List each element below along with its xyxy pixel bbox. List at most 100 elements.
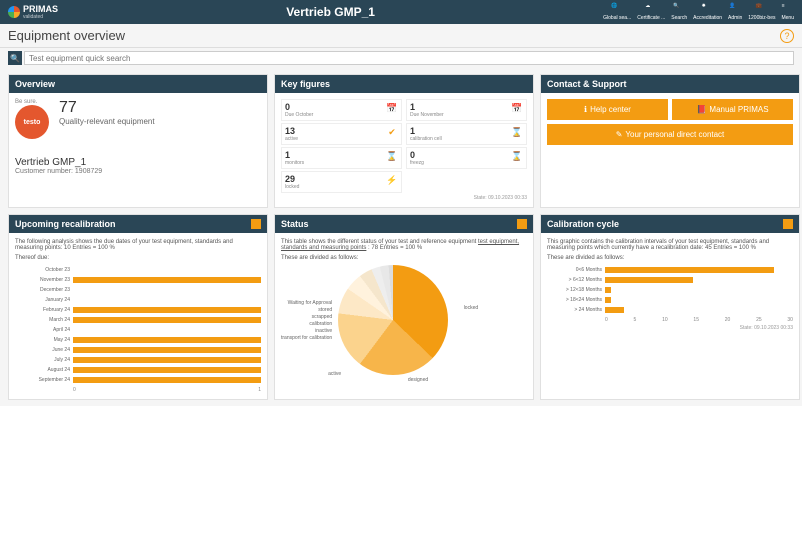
panel-overview-title: Overview (15, 79, 55, 89)
contact-button[interactable]: ℹHelp center (547, 99, 668, 120)
search-row: 🔍 (0, 48, 802, 68)
bar-row: > 6<12 Months (547, 275, 793, 285)
brand-name: PRIMAS (23, 4, 58, 14)
search-button[interactable]: 🔍 (8, 51, 22, 65)
cycle-sub: These are divided as follows: (547, 255, 793, 261)
bar-row: June 24 (15, 345, 261, 355)
page-title: Equipment overview (8, 28, 125, 43)
bar-row: January 24 (15, 295, 261, 305)
panel-contact: Contact & Support ℹHelp center📕Manual PR… (540, 74, 800, 208)
button-icon: ℹ (584, 105, 587, 114)
kf-item[interactable]: 13active✔ (281, 123, 402, 145)
pie-label-designed: designed (408, 377, 428, 383)
kf-icon: ⌛ (386, 150, 398, 162)
bar-row: March 24 (15, 315, 261, 325)
bar-row: > 18<24 Months (547, 295, 793, 305)
recal-intro: The following analysis shows the due dat… (15, 239, 261, 251)
gear-button[interactable]: ✹Accreditation (693, 3, 722, 21)
logo-icon (8, 6, 20, 18)
gear-icon: ✹ (702, 3, 714, 15)
bar-row: 0<6 Months (547, 265, 793, 275)
globe-button[interactable]: 🌐Global sea... (603, 3, 631, 21)
kf-icon: ⌛ (511, 150, 523, 162)
keyfigures-state: State: 09.10.2023 00:33 (281, 195, 527, 201)
briefcase-icon: 💼 (756, 3, 768, 15)
header-toolbar: 🌐Global sea... ☁Certificate ... 🔍Search ✹Ac… (603, 3, 794, 21)
panel-overview: Overview Be sure. testo 77 Quality-relev… (8, 74, 268, 208)
globe-icon: 🌐 (611, 3, 623, 15)
kf-item[interactable]: 0Due October📅 (281, 99, 402, 121)
help-button[interactable]: ? (780, 29, 794, 43)
button-icon: 📕 (696, 105, 706, 114)
equipment-count-label: Quality-relevant equipment (59, 117, 155, 126)
kf-icon: ✔ (386, 126, 398, 138)
contact-button[interactable]: ✎Your personal direct contact (547, 124, 793, 145)
contact-button[interactable]: 📕Manual PRIMAS (672, 99, 793, 120)
kf-icon: 📅 (386, 102, 398, 114)
search-input[interactable] (24, 51, 794, 65)
cloud-icon: ☁ (645, 3, 657, 15)
button-icon: ✎ (616, 130, 623, 139)
panel-cycle: Calibration cycle This graphic contains … (540, 214, 800, 400)
bar-row: November 23 (15, 275, 261, 285)
panel-action-icon[interactable] (251, 219, 261, 229)
panel-action-icon[interactable] (783, 219, 793, 229)
bar-row: August 24 (15, 365, 261, 375)
user-button[interactable]: 👤Admin (728, 3, 742, 21)
customer-number: Customer number: 1908729 (15, 168, 261, 175)
recal-sub: Thereof due: (15, 255, 261, 261)
kf-item[interactable]: 1calibration cell⌛ (406, 123, 527, 145)
menu-button[interactable]: ≡Menu (781, 3, 794, 21)
status-pie-chart (338, 265, 448, 375)
kf-item[interactable]: 1monitors⌛ (281, 147, 402, 169)
search-icon: 🔍 (10, 54, 20, 63)
user-icon: 👤 (729, 3, 741, 15)
kf-icon: 📅 (511, 102, 523, 114)
panel-status: Status This table shows the different st… (274, 214, 534, 400)
panel-action-icon[interactable] (517, 219, 527, 229)
kf-item[interactable]: 0freezg⌛ (406, 147, 527, 169)
equipment-count: 77 (59, 99, 155, 117)
page-subheader: Equipment overview ? (0, 24, 802, 48)
panel-keyfigures: Key figures 0Due October📅13active✔1monit… (274, 74, 534, 208)
vendor-name: Vertrieb GMP_1 (15, 157, 261, 168)
panel-keyfigures-title: Key figures (281, 79, 330, 89)
cycle-intro: This graphic contains the calibration in… (547, 239, 793, 251)
testo-logo-icon: testo (15, 105, 49, 139)
besure-text: Be sure. (15, 99, 49, 105)
status-sub: These are divided as follows: (281, 255, 527, 261)
kf-item[interactable]: 1Due November📅 (406, 99, 527, 121)
bar-row: July 24 (15, 355, 261, 365)
search-icon: 🔍 (673, 3, 685, 15)
pie-label-locked: locked (464, 305, 478, 311)
brand-subtitle: validated (23, 14, 58, 20)
pie-label-active: active (328, 371, 341, 377)
bar-row: September 24 (15, 375, 261, 385)
kf-item[interactable]: 29locked⚡ (281, 171, 402, 193)
panel-recalibration: Upcoming recalibration The following ana… (8, 214, 268, 400)
app-header: PRIMAS validated Vertrieb GMP_1 🌐Global … (0, 0, 802, 24)
panel-overview-head: Overview (9, 75, 267, 93)
dashboard-grid: Overview Be sure. testo 77 Quality-relev… (0, 68, 802, 406)
kf-icon: ⚡ (386, 174, 398, 186)
panel-contact-title: Contact & Support (547, 79, 627, 89)
bar-row: February 24 (15, 305, 261, 315)
panel-cycle-title: Calibration cycle (547, 219, 619, 229)
bar-row: October 23 (15, 265, 261, 275)
bar-row: April 24 (15, 325, 261, 335)
bar-row: > 12<18 Months (547, 285, 793, 295)
page-context-title: Vertrieb GMP_1 (58, 5, 603, 19)
bar-row: > 24 Months (547, 305, 793, 315)
brand-logo: PRIMAS validated (8, 4, 58, 20)
cycle-state: State: 09.10.2023 00:33 (547, 325, 793, 331)
panel-recal-title: Upcoming recalibration (15, 219, 116, 229)
panel-status-title: Status (281, 219, 309, 229)
status-intro: This table shows the different status of… (281, 239, 527, 251)
cloud-button[interactable]: ☁Certificate ... (637, 3, 665, 21)
search-button[interactable]: 🔍Search (671, 3, 687, 21)
kf-icon: ⌛ (511, 126, 523, 138)
briefcase-button[interactable]: 💼1200biz-bes (748, 3, 775, 21)
pie-legend: Waiting for Approvalstoredscrappedcalibr… (281, 300, 332, 341)
bar-row: December 23 (15, 285, 261, 295)
menu-icon: ≡ (782, 3, 794, 15)
